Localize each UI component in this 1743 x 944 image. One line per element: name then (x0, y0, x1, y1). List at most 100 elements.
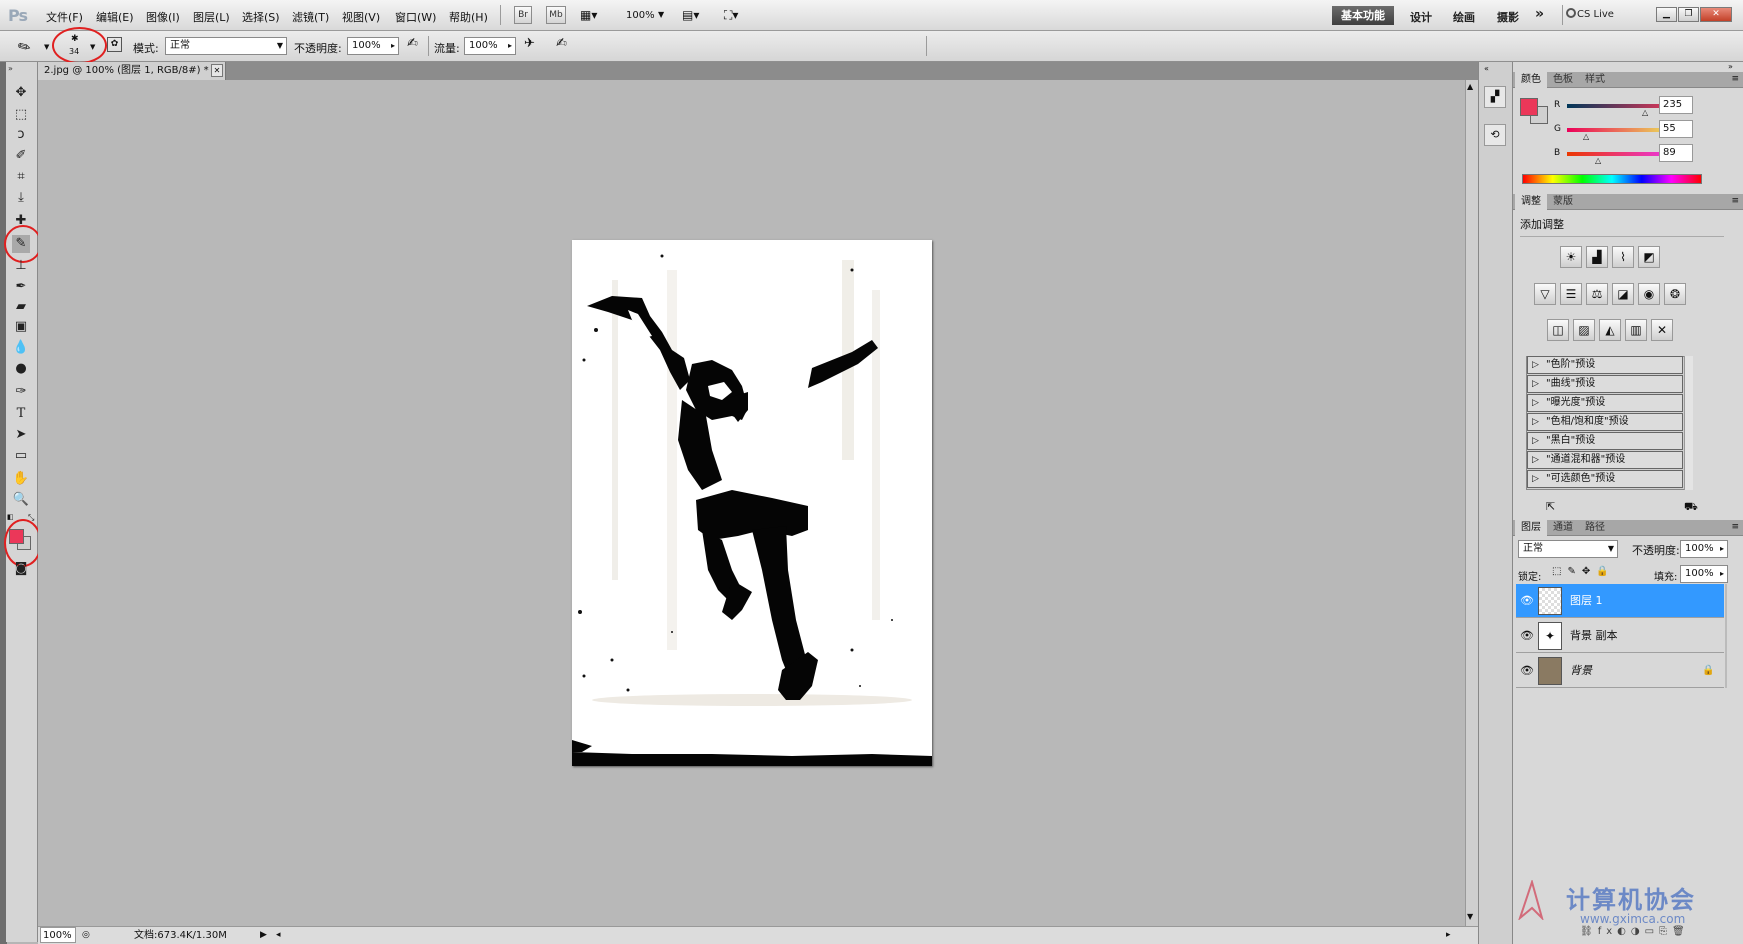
opacity-pressure-icon[interactable]: ✍ (407, 36, 418, 51)
zoom-dropdown-icon[interactable]: ▼ (658, 10, 664, 19)
quick-mask-icon[interactable]: ◙ (12, 560, 30, 578)
menu-image[interactable]: 图像(I) (146, 9, 180, 25)
vibrance-icon[interactable]: ▽ (1534, 283, 1556, 305)
levels-icon[interactable]: ▟ (1586, 246, 1608, 268)
visibility-eye-icon[interactable]: 👁 (1520, 654, 1534, 688)
visibility-eye-icon[interactable]: 👁 (1520, 619, 1534, 653)
menu-layer[interactable]: 图层(L) (193, 9, 230, 25)
exposure-icon[interactable]: ◩ (1638, 246, 1660, 268)
foreground-color-swatch[interactable] (9, 529, 24, 544)
tab-color[interactable]: 颜色 (1515, 72, 1547, 88)
status-menu-arrow-icon[interactable]: ▶ (260, 927, 267, 944)
mini-bridge-button[interactable]: Mb (546, 6, 566, 24)
workspace-photo[interactable]: 摄影 (1497, 9, 1519, 25)
default-colors-icon[interactable]: ◧ (7, 513, 14, 521)
path-select-tool-icon[interactable]: ➤ (12, 426, 30, 444)
layer-blend-mode-select[interactable]: 正常 ▼ (1518, 540, 1618, 558)
lock-options-icons[interactable]: ⬚✎✥🔒 (1552, 566, 1615, 577)
layer-row-3[interactable]: 👁 背景 🔒 (1516, 654, 1724, 688)
gradient-tool-icon[interactable]: ▣ (12, 318, 30, 336)
expand-panels-icon[interactable]: « (1484, 64, 1489, 73)
move-tool-icon[interactable]: ✥ (12, 84, 30, 102)
panel-menu-icon[interactable]: ≡ (1731, 74, 1739, 84)
bridge-button[interactable]: Br (514, 6, 532, 24)
curves-icon[interactable]: ⌇ (1612, 246, 1634, 268)
menu-help[interactable]: 帮助(H) (449, 9, 488, 25)
slider-thumb-icon[interactable]: △ (1642, 108, 1648, 117)
clone-stamp-tool-icon[interactable]: ⊥ (12, 257, 30, 275)
channel-g-value[interactable]: 55 (1659, 120, 1693, 138)
menu-view[interactable]: 视图(V) (342, 9, 380, 25)
panel-menu-icon[interactable]: ≡ (1731, 196, 1739, 206)
preset-levels[interactable]: ▷ "色阶"预设 (1527, 356, 1683, 374)
vertical-scrollbar[interactable] (1465, 80, 1478, 926)
brush-panel-toggle-icon[interactable]: ✿ (107, 37, 122, 52)
workspace-paint[interactable]: 绘画 (1453, 9, 1475, 25)
cslive-icon[interactable] (1566, 8, 1576, 18)
color-spectrum-ramp[interactable] (1522, 174, 1702, 184)
size-pressure-icon[interactable]: ✍ (556, 36, 567, 51)
brush-dot-icon[interactable]: ✱ (71, 34, 79, 44)
toolbox-collapse-icon[interactable]: » (8, 64, 13, 73)
tab-swatches[interactable]: 色板 (1547, 72, 1579, 88)
quick-select-tool-icon[interactable]: ✐ (12, 147, 30, 165)
color-panel-fg-swatch[interactable] (1520, 98, 1538, 116)
tab-adjustments[interactable]: 调整 (1515, 194, 1547, 210)
menu-window[interactable]: 窗口(W) (395, 9, 436, 25)
preset-channel-mixer[interactable]: ▷ "通道混和器"预设 (1527, 451, 1683, 469)
screen-mode-icon[interactable]: ⛶▾ (724, 8, 738, 23)
preset-exposure[interactable]: ▷ "曝光度"预设 (1527, 394, 1683, 412)
slider-thumb-icon[interactable]: △ (1583, 132, 1589, 141)
zoom-level[interactable]: 100% (626, 10, 655, 21)
menu-file[interactable]: 文件(F) (46, 9, 83, 25)
brush-picker-dropdown-icon[interactable]: ▼ (90, 43, 95, 51)
dodge-tool-icon[interactable]: ● (12, 360, 30, 378)
hue-saturation-icon[interactable]: ☰ (1560, 283, 1582, 305)
flow-input[interactable]: 100% ▸ (464, 37, 516, 55)
status-zoom[interactable]: 100% (40, 927, 76, 943)
tab-styles[interactable]: 样式 (1579, 72, 1611, 88)
layer-row-1[interactable]: 👁 图层 1 (1516, 584, 1724, 618)
scroll-up-icon[interactable]: ▲ (1467, 82, 1473, 91)
cslive-menu[interactable]: CS Live (1577, 9, 1614, 20)
preset-selective-color[interactable]: ▷ "可选颜色"预设 (1527, 470, 1683, 488)
history-icon[interactable]: ⟲ (1484, 124, 1506, 146)
mode-select[interactable]: 正常 ▼ (165, 37, 287, 55)
scroll-down-icon[interactable]: ▼ (1467, 912, 1473, 921)
preset-curves[interactable]: ▷ "曲线"预设 (1527, 375, 1683, 393)
channel-b-value[interactable]: 89 (1659, 144, 1693, 162)
tab-masks[interactable]: 蒙版 (1547, 194, 1579, 210)
document-image[interactable] (572, 240, 932, 766)
return-to-list-icon[interactable]: ⇱ (1546, 500, 1555, 513)
tab-paths[interactable]: 路径 (1579, 520, 1611, 536)
restore-button[interactable]: ❐ (1678, 7, 1699, 22)
document-tab-close-icon[interactable]: ✕ (211, 64, 223, 77)
close-button[interactable]: ✕ (1700, 7, 1732, 22)
histogram-icon[interactable]: ▞ (1484, 86, 1506, 108)
photo-filter-icon[interactable]: ◉ (1638, 283, 1660, 305)
selective-color-icon[interactable]: ✕ (1651, 319, 1673, 341)
minimize-button[interactable]: ▁ (1656, 7, 1677, 22)
preset-hue-saturation[interactable]: ▷ "色相/饱和度"预设 (1527, 413, 1683, 431)
airbrush-icon[interactable]: ✈ (524, 36, 535, 51)
opacity-input[interactable]: 100% ▸ (347, 37, 399, 55)
adjust-options-icon[interactable]: ⛟ (1684, 500, 1698, 515)
presets-scrollbar[interactable] (1684, 356, 1693, 490)
invert-icon[interactable]: ◫ (1547, 319, 1569, 341)
visibility-eye-icon[interactable]: 👁 (1520, 584, 1534, 618)
marquee-tool-icon[interactable]: ⬚ (12, 106, 30, 124)
layer-row-2[interactable]: 👁 ✦ 背景 副本 (1516, 619, 1724, 653)
more-workspaces-icon[interactable]: » (1535, 6, 1544, 22)
pen-tool-icon[interactable]: ✑ (12, 383, 30, 401)
menu-edit[interactable]: 编辑(E) (96, 9, 134, 25)
tool-preset-dropdown-icon[interactable]: ▼ (44, 43, 49, 51)
lasso-tool-icon[interactable]: ↄ (12, 126, 30, 144)
eyedropper-tool-icon[interactable]: ⤓ (12, 189, 30, 207)
extras-icon[interactable]: ▦▾ (580, 8, 597, 22)
layer-opacity-input[interactable]: 100% ▸ (1680, 540, 1728, 558)
channel-mixer-icon[interactable]: ❂ (1664, 283, 1686, 305)
slider-thumb-icon[interactable]: △ (1595, 156, 1601, 165)
layer-fill-input[interactable]: 100% ▸ (1680, 565, 1728, 583)
channel-r-value[interactable]: 235 (1659, 96, 1693, 114)
threshold-icon[interactable]: ◭ (1599, 319, 1621, 341)
